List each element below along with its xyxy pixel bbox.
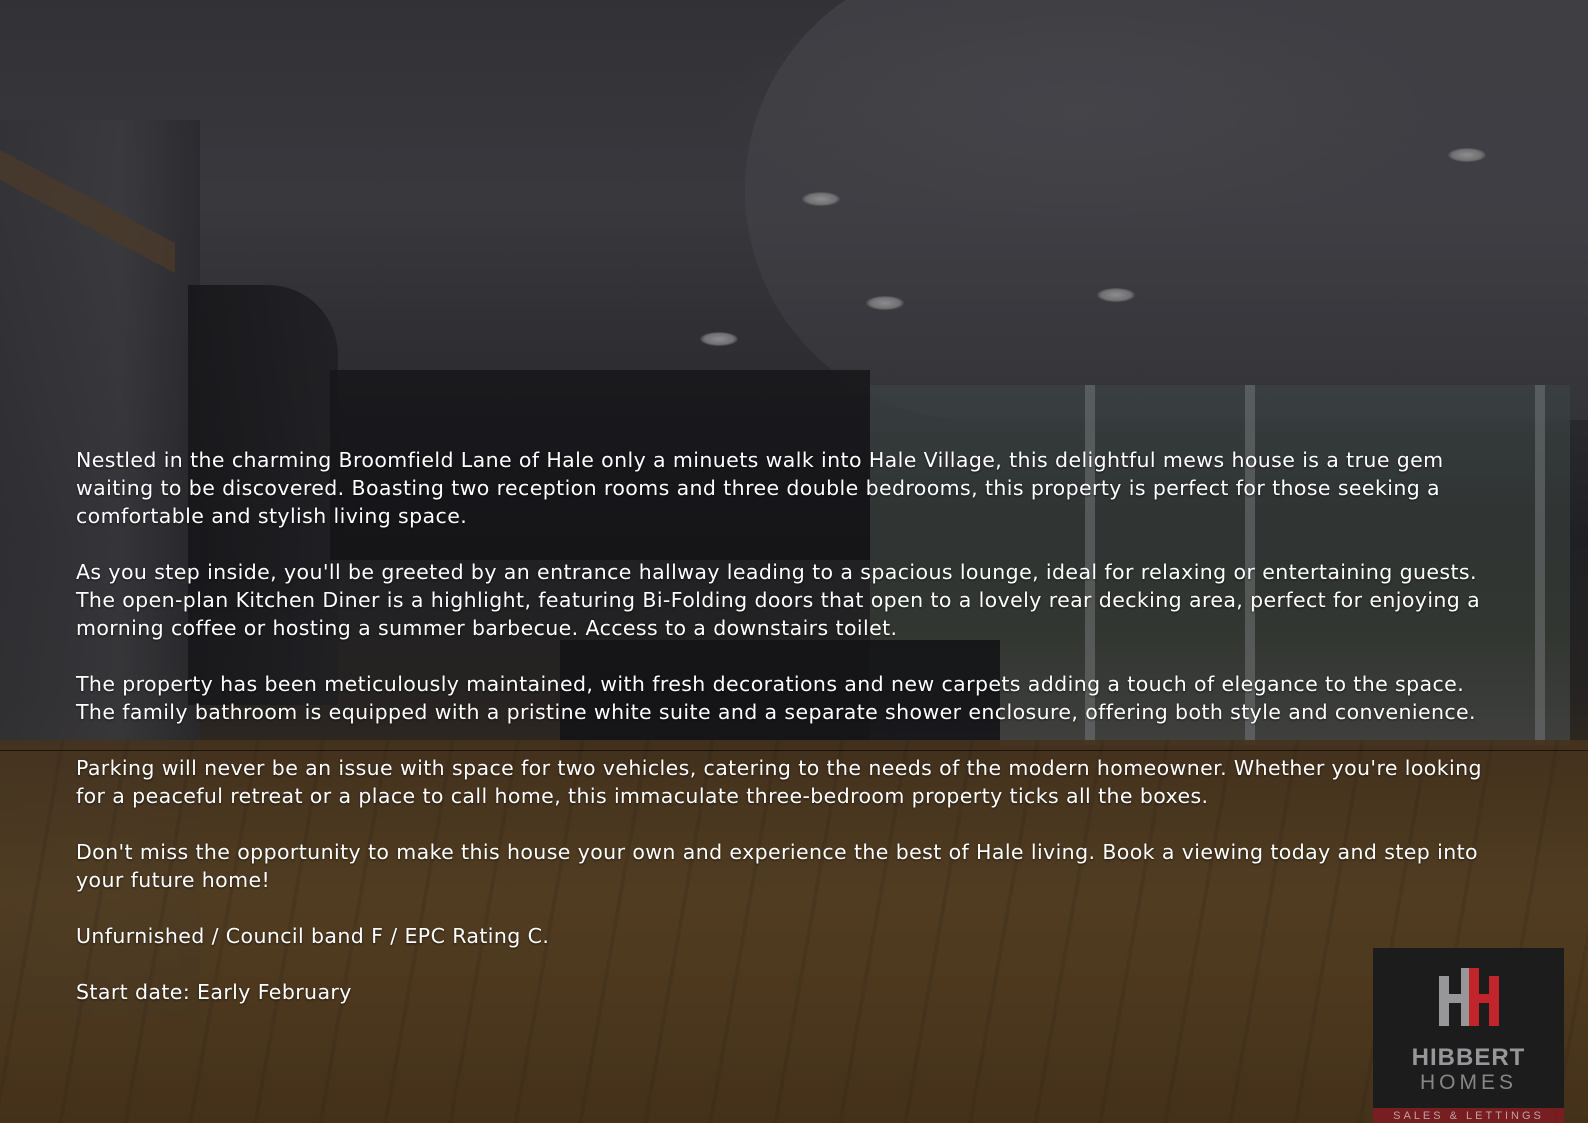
- hibbert-homes-logo: HIBBERT HOMES SALES & LETTINGS: [1373, 948, 1564, 1123]
- property-description: Nestled in the charming Broomfield Lane …: [76, 446, 1496, 1034]
- logo-subtitle: HOMES: [1419, 1071, 1517, 1094]
- furnishing-council-epc: Unfurnished / Council band F / EPC Ratin…: [76, 924, 550, 948]
- start-date: Start date: Early February: [76, 980, 352, 1004]
- logo-name: HIBBERT: [1411, 1044, 1526, 1071]
- logo-tagline: SALES & LETTINGS: [1393, 1110, 1544, 1122]
- listing-page: Nestled in the charming Broomfield Lane …: [0, 0, 1588, 1123]
- description-paragraph: As you step inside, you'll be greeted by…: [76, 560, 1481, 640]
- description-paragraph: Parking will never be an issue with spac…: [76, 756, 1482, 808]
- description-paragraph: Don't miss the opportunity to make this …: [76, 840, 1478, 892]
- hh-monogram-icon: [1439, 968, 1499, 1026]
- description-paragraph: The property has been meticulously maint…: [76, 672, 1476, 724]
- description-paragraph: Nestled in the charming Broomfield Lane …: [76, 448, 1444, 528]
